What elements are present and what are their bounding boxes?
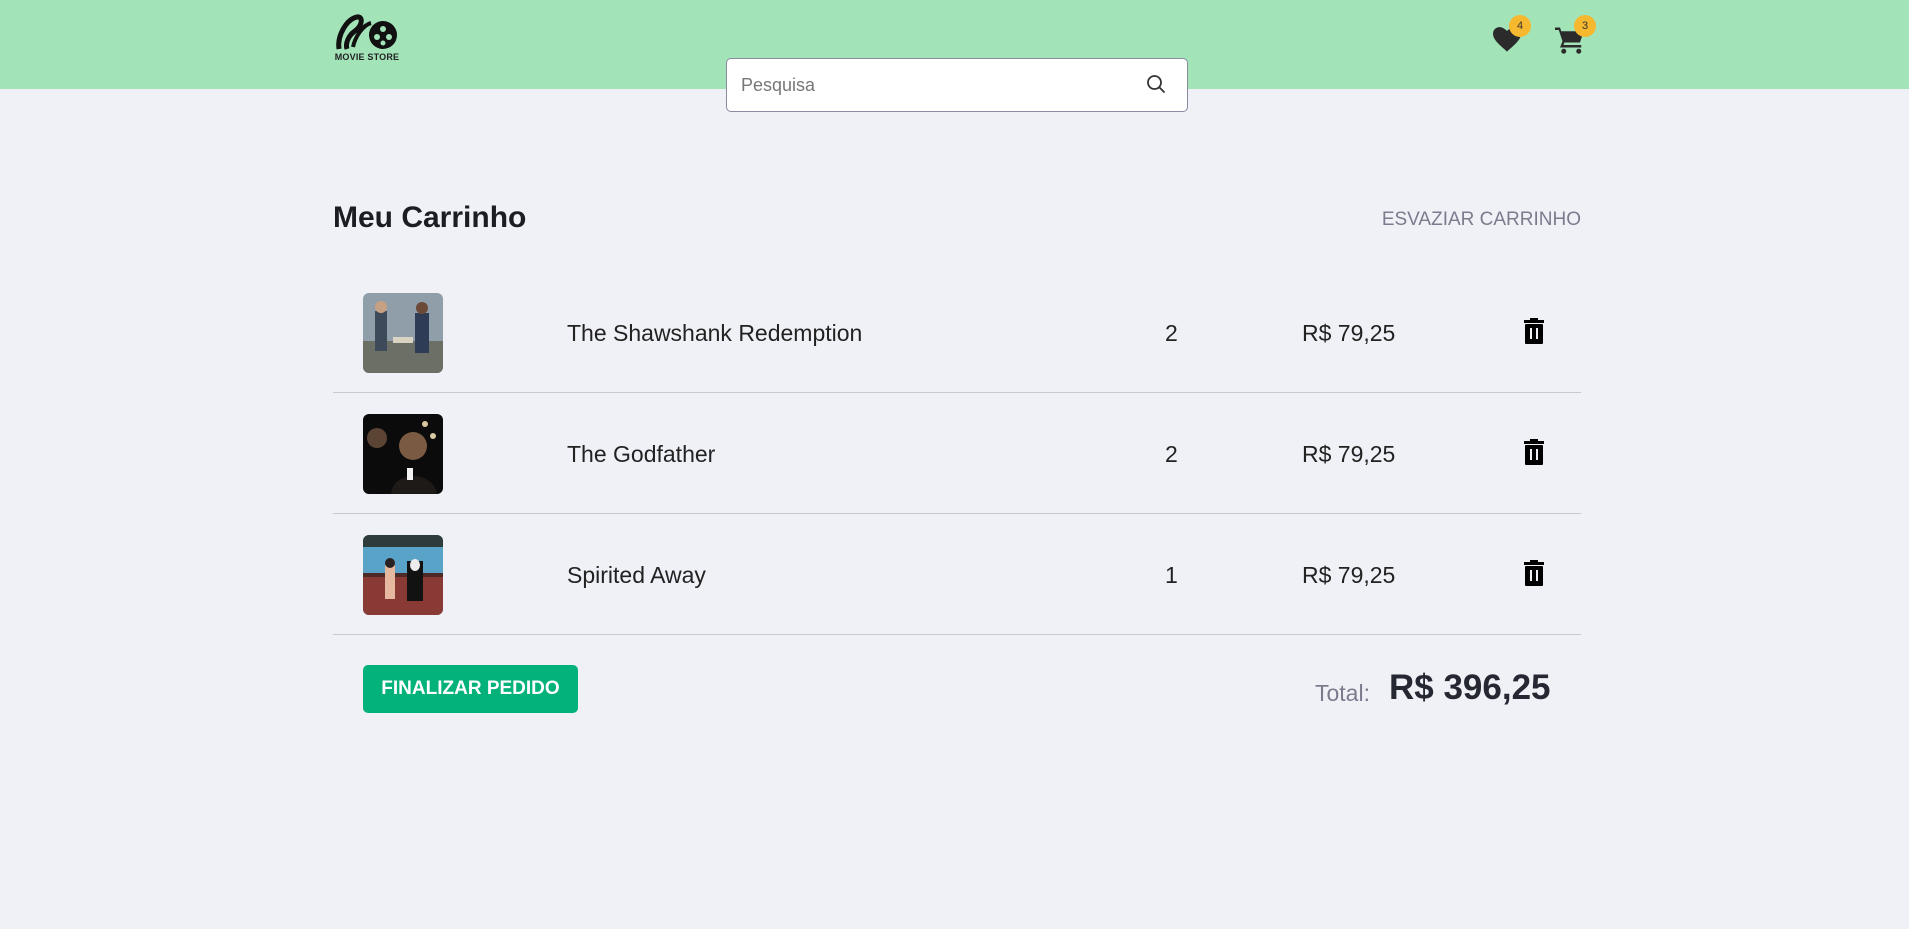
search-box: [726, 58, 1188, 112]
search-icon[interactable]: [1146, 74, 1166, 94]
search-input[interactable]: [741, 59, 1141, 111]
cart-count-badge: 3: [1574, 15, 1596, 37]
total-label: Total:: [1315, 680, 1370, 706]
total-value: R$ 396,25: [1389, 668, 1551, 707]
cart-item-row: The Shawshank Redemption 2 R$ 79,25: [333, 272, 1581, 393]
checkout-button[interactable]: FINALIZAR PEDIDO: [363, 665, 578, 713]
item-quantity: 1: [1165, 562, 1178, 588]
logo-text: MOVIE STORE: [334, 52, 400, 62]
item-name: The Shawshank Redemption: [567, 320, 863, 346]
item-price: R$ 79,25: [1302, 441, 1396, 467]
movie-poster-thumbnail: [363, 535, 443, 615]
page-title: Meu Carrinho: [333, 201, 527, 234]
favorites-count-badge: 4: [1509, 15, 1531, 37]
cart-item-row: Spirited Away 1 R$ 79,25: [333, 514, 1581, 635]
empty-cart-button[interactable]: ESVAZIAR CARRINHO: [1382, 209, 1581, 231]
trash-icon[interactable]: [1523, 318, 1545, 344]
item-quantity: 2: [1165, 320, 1178, 346]
store-logo[interactable]: MOVIE STORE: [333, 13, 401, 65]
movie-poster-thumbnail: [363, 414, 443, 494]
item-price: R$ 79,25: [1302, 562, 1396, 588]
item-name: The Godfather: [567, 441, 716, 467]
cart-item-row: The Godfather 2 R$ 79,25: [333, 393, 1581, 514]
trash-icon[interactable]: [1523, 439, 1545, 465]
film-reel-logo-icon: [336, 14, 397, 50]
trash-icon[interactable]: [1523, 560, 1545, 586]
item-name: Spirited Away: [567, 562, 706, 588]
item-quantity: 2: [1165, 441, 1178, 467]
item-price: R$ 79,25: [1302, 320, 1396, 346]
movie-poster-thumbnail: [363, 293, 443, 373]
